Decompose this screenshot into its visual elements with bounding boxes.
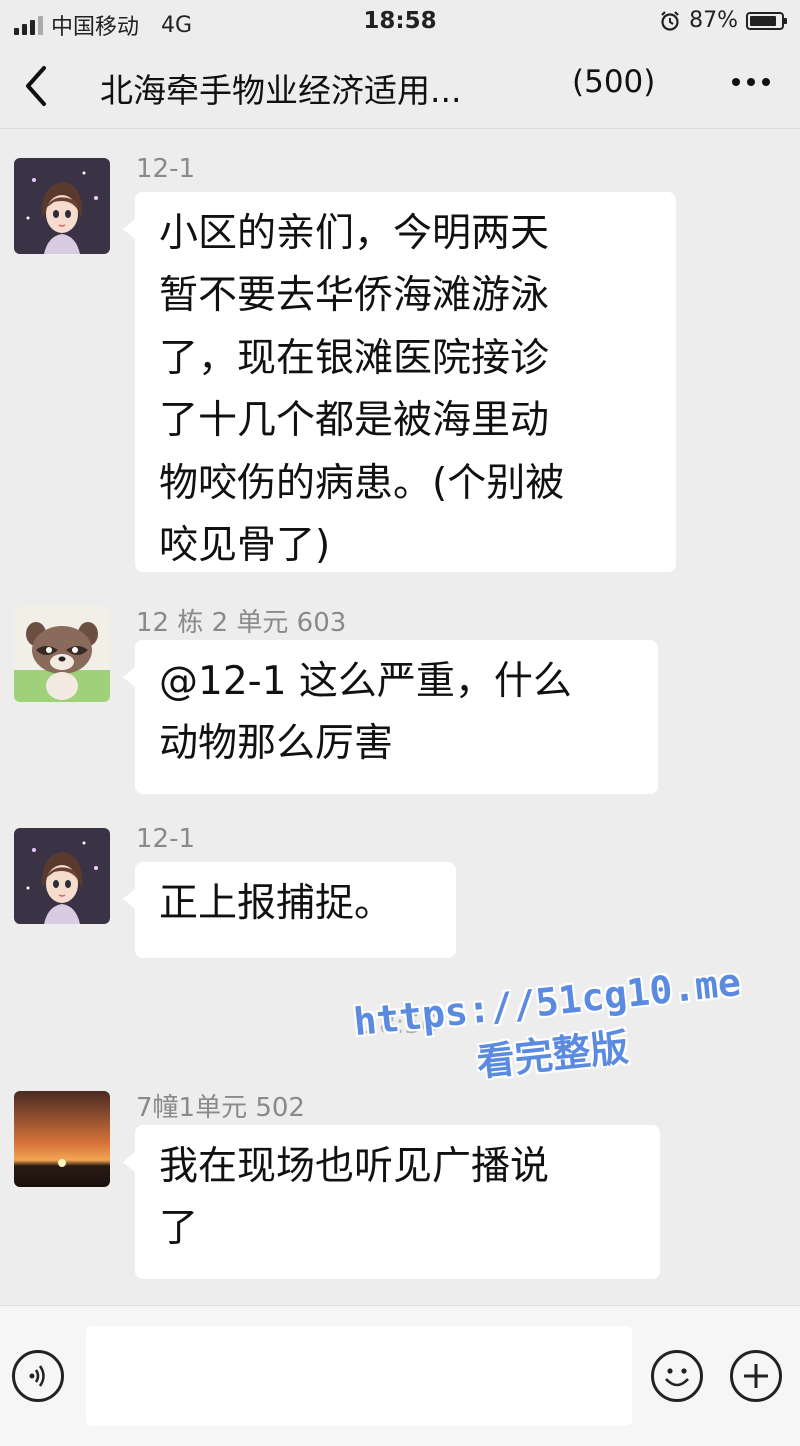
message-input[interactable] (86, 1326, 632, 1426)
message-text: 小区的亲们，今明两天 暂不要去华侨海滩游泳 了，现在银滩医院接诊 了十几个都是被… (159, 211, 565, 568)
voice-icon (29, 1365, 45, 1387)
alarm-icon (661, 10, 679, 31)
plus-icon (744, 1364, 768, 1388)
message-text: @12-1 这么严重，什么 动物那么厉害 (159, 659, 572, 767)
status-bar: 中国移动 4G 18:58 87% (0, 0, 800, 44)
member-count: (500) (572, 64, 656, 100)
plus-button[interactable] (730, 1350, 782, 1402)
chevron-left-icon (26, 66, 46, 106)
sender-name: 7幢1单元 502 (136, 1093, 305, 1123)
status-right: 87% (659, 8, 787, 33)
message-bubble[interactable]: 我在现场也听见广播说 了 (123, 1125, 660, 1279)
nav-bar: 北海牵手物业经济适用... (500) (0, 44, 800, 129)
sender-name: 12-1 (136, 154, 196, 184)
battery-icon (746, 11, 787, 30)
voice-button[interactable] (12, 1350, 64, 1402)
battery-percent: 87% (689, 8, 738, 33)
more-dot-icon (762, 78, 770, 86)
message-bubble[interactable]: 小区的亲们，今明两天 暂不要去华侨海滩游泳 了，现在银滩医院接诊 了十几个都是被… (123, 192, 676, 572)
girl-avatar-icon[interactable] (14, 828, 110, 924)
input-bar (0, 1305, 800, 1446)
sunset-avatar-icon[interactable] (14, 1091, 110, 1187)
more-button[interactable] (732, 78, 770, 86)
sender-name: 12-1 (136, 824, 196, 854)
message-bubble[interactable]: 正上报捕捉。 (123, 862, 456, 958)
more-dot-icon (732, 78, 740, 86)
raccoon-avatar-icon[interactable] (14, 606, 110, 702)
emoji-icon (665, 1368, 689, 1387)
back-button[interactable] (18, 62, 58, 110)
more-dot-icon (747, 78, 755, 86)
message-text: 我在现场也听见广播说 了 (159, 1144, 550, 1252)
message-text: 正上报捕捉。 (159, 881, 394, 926)
girl-avatar-icon[interactable] (14, 158, 110, 254)
watermark: https://51cg10.me 看完整版 (346, 959, 754, 1099)
emoji-button[interactable] (651, 1350, 703, 1402)
sender-name: 12 栋 2 单元 603 (136, 608, 347, 638)
message-bubble[interactable]: @12-1 这么严重，什么 动物那么厉害 (123, 640, 658, 794)
chat-title: 北海牵手物业经济适用... (100, 71, 462, 110)
